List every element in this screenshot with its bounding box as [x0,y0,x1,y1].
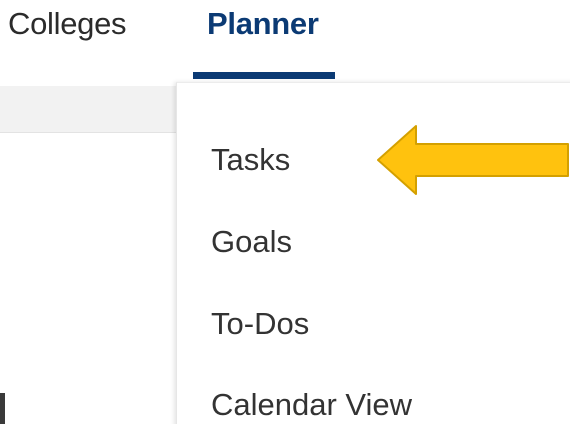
active-tab-indicator [193,72,335,79]
menu-item-tasks[interactable]: Tasks [211,140,290,180]
tab-planner[interactable]: Planner [207,4,319,44]
content-edge-marker [0,393,5,424]
screen: Colleges Planner Tasks Goals To-Dos Cale… [0,0,570,424]
menu-item-to-dos[interactable]: To-Dos [211,304,309,344]
tab-colleges[interactable]: Colleges [8,4,127,44]
page-header-strip [0,86,180,133]
left-arrow-icon [377,125,569,195]
menu-item-calendar-view[interactable]: Calendar View [211,385,412,424]
top-navigation: Colleges Planner [0,0,570,84]
menu-item-goals[interactable]: Goals [211,222,292,262]
